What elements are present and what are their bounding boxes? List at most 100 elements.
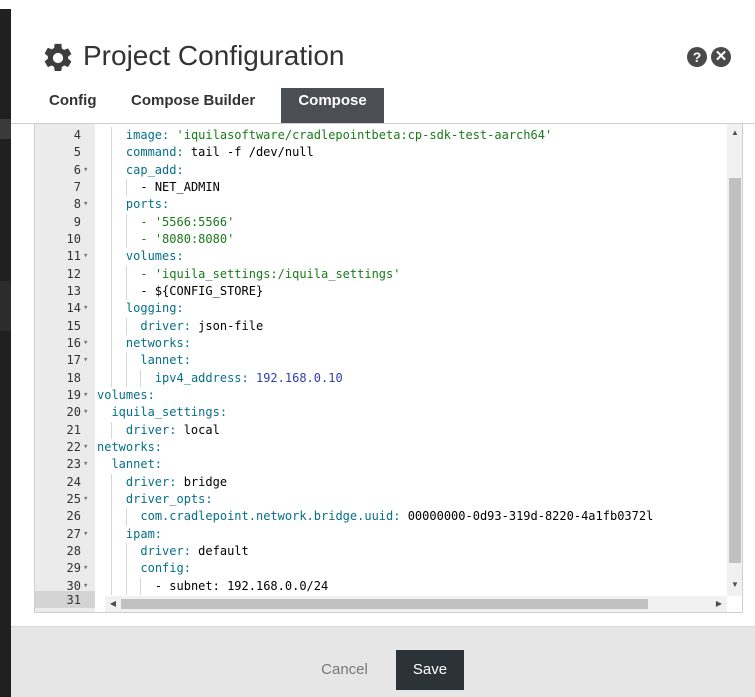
yaml-key: networks: [97, 439, 163, 454]
scroll-left-arrow-icon[interactable]: ◀ [105, 597, 121, 611]
line-number: 15 [66, 318, 81, 333]
indent-guide [111, 421, 113, 439]
tab-compose-builder[interactable]: Compose Builder [119, 88, 267, 123]
code-line: 20 ▾ iquila_settings: [35, 404, 727, 421]
indent-guide [125, 352, 127, 370]
scroll-down-arrow-icon[interactable]: ▼ [727, 578, 742, 592]
code-line: 7 - NET_ADMIN [35, 178, 727, 197]
indent-guide [140, 577, 142, 595]
code-text: - ${CONFIG_STORE} [140, 283, 263, 300]
vertical-scrollbar[interactable]: ▲ ▼ [727, 124, 742, 596]
help-icon[interactable]: ? [687, 47, 707, 67]
yaml-key: logging: [125, 301, 184, 316]
indent-guide [111, 525, 113, 543]
yaml-key: driver: [125, 474, 177, 489]
code-text: volumes: [126, 248, 184, 265]
code-text: networks: [126, 335, 191, 352]
line-number: 29 [66, 561, 81, 576]
fold-arrow-icon[interactable]: ▾ [83, 456, 88, 473]
code-line: 12 - 'iquila_settings:/iquila_settings' [35, 265, 727, 283]
fold-arrow-icon[interactable]: ▾ [83, 526, 88, 543]
save-button[interactable]: Save [396, 650, 464, 690]
line-number: 27 [66, 526, 81, 541]
close-icon[interactable]: ✕ [711, 47, 731, 67]
yaml-key: image: [125, 128, 170, 142]
scroll-right-arrow-icon[interactable]: ▶ [711, 597, 727, 611]
fold-arrow-icon[interactable]: ▾ [83, 404, 88, 421]
line-number: 9 [73, 214, 81, 229]
line-number: 5 [73, 145, 81, 160]
current-line-number: 31 [66, 593, 81, 607]
indent-guide [111, 127, 113, 145]
fold-arrow-icon[interactable]: ▾ [83, 248, 88, 265]
code-text: iquila_settings: [111, 404, 227, 421]
code-line: 26 com.cradlepoint.network.bridge.uuid: 0… [35, 508, 727, 526]
horizontal-scrollbar[interactable]: ◀ ▶ [105, 596, 727, 612]
line-number: 28 [66, 543, 81, 558]
vertical-scroll-thumb[interactable] [729, 178, 741, 563]
line-number: 11 [66, 249, 81, 264]
code-line: 18 ipv4_address: 192.168.0.10 [35, 369, 727, 387]
indent-guide [111, 508, 113, 526]
indent-guide [111, 334, 113, 353]
dialog-footer: Cancel Save [11, 626, 755, 697]
yaml-value: tail -f /dev/null [183, 145, 314, 160]
code-text: driver_opts: [126, 491, 213, 508]
gear-icon [44, 43, 72, 72]
fold-arrow-icon[interactable]: ▾ [83, 196, 88, 213]
indent-guide [111, 352, 113, 370]
line-number: 10 [66, 231, 81, 246]
code-text: ipam: [126, 526, 162, 543]
indent-guide [111, 282, 113, 301]
code-line: 14 ▾ logging: [35, 300, 727, 318]
yaml-value: 192.168.0.10 [248, 370, 343, 385]
indent-guide [125, 369, 127, 387]
line-number: 25 [66, 491, 81, 506]
yaml-key: iquila_settings: [111, 405, 228, 420]
yaml-value: - '8080:8080' [140, 231, 235, 246]
code-text: - subnet: 192.168.0.0/24 [155, 578, 328, 595]
yaml-key: ports: [125, 197, 170, 212]
indent-guide [111, 265, 113, 283]
yaml-key: ipam: [125, 526, 163, 541]
indent-guide [111, 248, 113, 266]
yaml-code-editor[interactable]: 4 image: 'iquilasoftware/cradlepointbeta:… [34, 123, 743, 613]
fold-arrow-icon[interactable]: ▾ [83, 439, 88, 456]
code-text: networks: [97, 439, 162, 456]
code-text: driver: default [140, 543, 248, 560]
cancel-button[interactable]: Cancel [304, 650, 385, 690]
tab-bar: Config Compose Builder Compose [11, 88, 755, 124]
code-text: - 'iquila_settings:/iquila_settings' [140, 266, 400, 283]
code-line: 27 ▾ ipam: [35, 525, 727, 543]
yaml-key: command: [125, 145, 184, 160]
horizontal-scroll-thumb[interactable] [121, 599, 648, 609]
fold-arrow-icon[interactable]: ▾ [83, 300, 88, 317]
fold-arrow-icon[interactable]: ▾ [83, 335, 88, 352]
indent-guide [111, 144, 113, 162]
code-line: 29 ▾ config: [35, 560, 727, 578]
indent-guide [111, 577, 113, 595]
tab-config[interactable]: Config [37, 88, 108, 123]
line-number: 16 [66, 335, 81, 350]
fold-arrow-icon[interactable]: ▾ [83, 387, 88, 404]
scroll-up-arrow-icon[interactable]: ▲ [727, 126, 742, 140]
fold-arrow-icon[interactable]: ▾ [83, 578, 88, 595]
fold-arrow-icon[interactable]: ▾ [83, 560, 88, 577]
indent-guide [125, 560, 127, 578]
fold-arrow-icon[interactable]: ▾ [83, 352, 88, 369]
line-number: 23 [66, 457, 81, 472]
indent-guide [111, 473, 113, 491]
tab-compose[interactable]: Compose [281, 88, 384, 123]
yaml-key: lannet: [140, 353, 191, 368]
code-line: 28 driver: default [35, 542, 727, 561]
yaml-key: volumes: [97, 387, 155, 402]
code-line: 25 ▾ driver_opts: [35, 490, 727, 509]
fold-arrow-icon[interactable]: ▾ [83, 162, 88, 179]
fold-arrow-icon[interactable]: ▾ [83, 491, 88, 508]
code-text: cap_add: [126, 162, 184, 179]
code-text: lannet: [140, 352, 191, 369]
indent-guide [125, 230, 127, 249]
code-line: 23 ▾ lannet: [35, 456, 727, 473]
code-line: 8 ▾ ports: [35, 196, 727, 214]
background-element [0, 281, 11, 331]
